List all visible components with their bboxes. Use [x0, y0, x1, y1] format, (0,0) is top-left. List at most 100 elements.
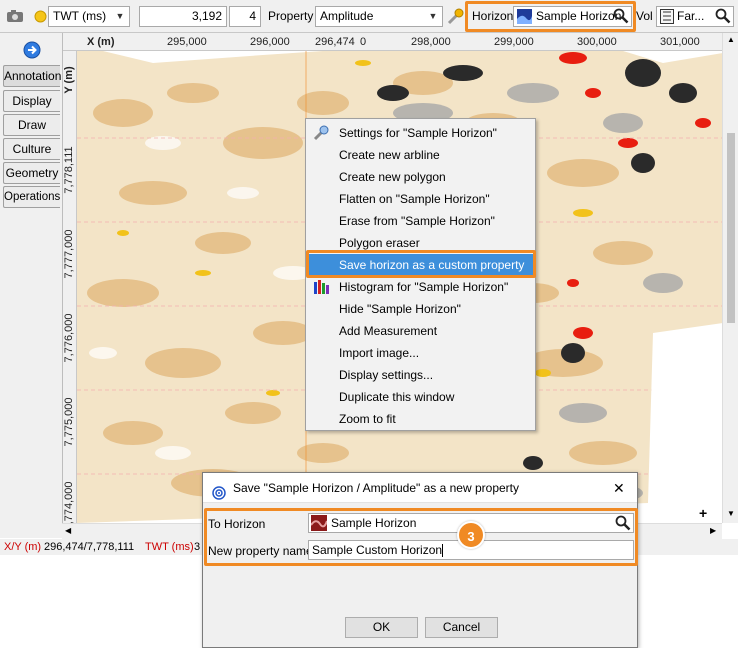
y-tick: 7,776,000 [63, 313, 75, 363]
menu-item-erase[interactable]: Erase from "Sample Horizon" [306, 210, 535, 232]
scroll-down-icon[interactable]: ▼ [727, 509, 735, 518]
y-tick: 7,778,111 [63, 146, 75, 194]
y-tick: 7,775,000 [63, 397, 75, 447]
vol-select[interactable]: Far... [656, 6, 734, 27]
menu-item-label: Display settings... [339, 368, 434, 382]
tab-display[interactable]: Display [3, 90, 60, 112]
save-property-dialog: Save "Sample Horizon / Amplitude" as a n… [202, 472, 638, 648]
search-icon[interactable] [715, 8, 731, 24]
menu-item-label: Hide "Sample Horizon" [339, 302, 461, 316]
x-ruler: X (m) 295,000 296,000 296,474 0 298,000 … [63, 33, 722, 51]
chevron-down-icon: ▼ [115, 11, 125, 21]
tab-label: Operations [4, 191, 61, 203]
menu-item-label: Flatten on "Sample Horizon" [339, 192, 490, 206]
x-tick: 295,000 [167, 36, 207, 48]
tab-label: Culture [12, 142, 52, 156]
tab-label: Annotation [4, 69, 62, 83]
menu-item-label: Add Measurement [339, 324, 438, 338]
wrench-icon[interactable] [446, 8, 464, 29]
sun-icon[interactable] [34, 10, 47, 26]
xy-label: X/Y (m) [4, 541, 42, 553]
menu-item-hide[interactable]: Hide "Sample Horizon" [306, 298, 535, 320]
y-ruler: Y (m) 7,778,111 7,777,000 7,776,000 7,77… [63, 51, 77, 523]
menu-item-settings[interactable]: Settings for "Sample Horizon" [306, 122, 535, 144]
tab-operations[interactable]: Operations [3, 186, 60, 208]
twt-label: TWT (ms) [145, 541, 194, 553]
twt-value: 3 [194, 541, 201, 553]
x-tick: 301,000 [660, 36, 700, 48]
navigate-forward-icon[interactable] [23, 41, 41, 62]
menu-item-create-polygon[interactable]: Create new polygon [306, 166, 535, 188]
step-value: 4 [249, 9, 256, 23]
menu-highlight-box [306, 250, 536, 278]
tab-annotation[interactable]: Annotation [3, 65, 62, 87]
vol-label: Vol [636, 9, 653, 23]
cancel-button[interactable]: Cancel [425, 617, 498, 638]
tab-culture[interactable]: Culture [3, 138, 60, 160]
menu-item-label: Create new polygon [339, 170, 446, 184]
close-icon[interactable]: ✕ [613, 473, 625, 503]
scroll-right-icon[interactable]: ▶ [710, 526, 716, 535]
step-badge: 3 [457, 521, 485, 549]
horizon-value: Sample Horizon [536, 9, 622, 23]
volume-icon [660, 9, 674, 26]
zoom-in-icon[interactable]: + [699, 505, 707, 521]
menu-item-display-settings[interactable]: Display settings... [306, 364, 535, 386]
dialog-title: Save "Sample Horizon / Amplitude" as a n… [233, 481, 519, 495]
menu-item-label: Settings for "Sample Horizon" [339, 126, 497, 140]
scroll-thumb[interactable] [727, 133, 735, 323]
tab-draw[interactable]: Draw [3, 114, 60, 136]
menu-item-label: Duplicate this window [339, 390, 455, 404]
menu-item-import-image[interactable]: Import image... [306, 342, 535, 364]
scroll-left-icon[interactable]: ◀ [65, 526, 71, 535]
tab-label: Display [12, 94, 52, 108]
property-label: Property [268, 9, 314, 23]
x-tick: 296,000 [250, 36, 290, 48]
inline-value: 3,192 [191, 9, 222, 23]
inline-input[interactable]: 3,192 [139, 6, 227, 27]
property-value: Amplitude [320, 9, 374, 23]
x-tick: 296,474 [315, 36, 355, 48]
tab-label: Draw [17, 118, 46, 132]
menu-item-histogram[interactable]: Histogram for "Sample Horizon" [306, 276, 535, 298]
menu-item-create-arbline[interactable]: Create new arbline [306, 144, 535, 166]
camera-icon[interactable] [6, 9, 24, 26]
target-icon [212, 481, 226, 511]
new-property-value: Sample Custom Horizon [312, 543, 443, 557]
search-icon[interactable] [615, 515, 631, 531]
horizon-select[interactable]: Sample Horizon [513, 6, 632, 27]
property-select[interactable]: Amplitude ▼ [315, 6, 443, 27]
y-tick: 7,774,000 [63, 481, 75, 523]
search-icon[interactable] [613, 8, 629, 24]
menu-item-add-measurement[interactable]: Add Measurement [306, 320, 535, 342]
domain-value: TWT (ms) [53, 9, 107, 23]
horizon-icon [517, 9, 532, 26]
menu-item-flatten[interactable]: Flatten on "Sample Horizon" [306, 188, 535, 210]
menu-item-label: Create new arbline [339, 148, 440, 162]
vol-value: Far... [677, 9, 705, 23]
dialog-title-bar: Save "Sample Horizon / Amplitude" as a n… [203, 473, 637, 503]
new-property-label: New property name [208, 544, 313, 558]
step-input[interactable]: 4 [229, 6, 261, 27]
menu-item-label: Zoom to fit [339, 412, 396, 426]
side-panel: Annotation Display Draw Culture Geometry… [0, 33, 62, 538]
menu-item-label: Import image... [339, 346, 420, 360]
scroll-up-icon[interactable]: ▲ [727, 35, 735, 44]
text-cursor [442, 544, 444, 558]
toolbar: TWT (ms) ▼ 3,192 4 Property Amplitude ▼ … [0, 0, 738, 33]
tab-label: Geometry [5, 166, 59, 180]
x-tick: 299,000 [494, 36, 534, 48]
domain-select[interactable]: TWT (ms) ▼ [48, 6, 130, 27]
wrench-icon [313, 125, 329, 141]
x-tick: 298,000 [411, 36, 451, 48]
menu-item-label: Histogram for "Sample Horizon" [339, 280, 509, 294]
x-tick: 300,000 [577, 36, 617, 48]
tab-geometry[interactable]: Geometry [3, 162, 60, 184]
ok-button[interactable]: OK [345, 617, 418, 638]
y-axis-label: Y (m) [63, 66, 75, 94]
menu-item-zoom-to-fit[interactable]: Zoom to fit [306, 408, 535, 430]
xy-value: 296,474/7,778,111 [44, 541, 135, 553]
menu-item-duplicate-window[interactable]: Duplicate this window [306, 386, 535, 408]
vertical-scrollbar[interactable]: ▲ ▼ [722, 33, 738, 523]
menu-item-label: Polygon eraser [339, 236, 420, 250]
